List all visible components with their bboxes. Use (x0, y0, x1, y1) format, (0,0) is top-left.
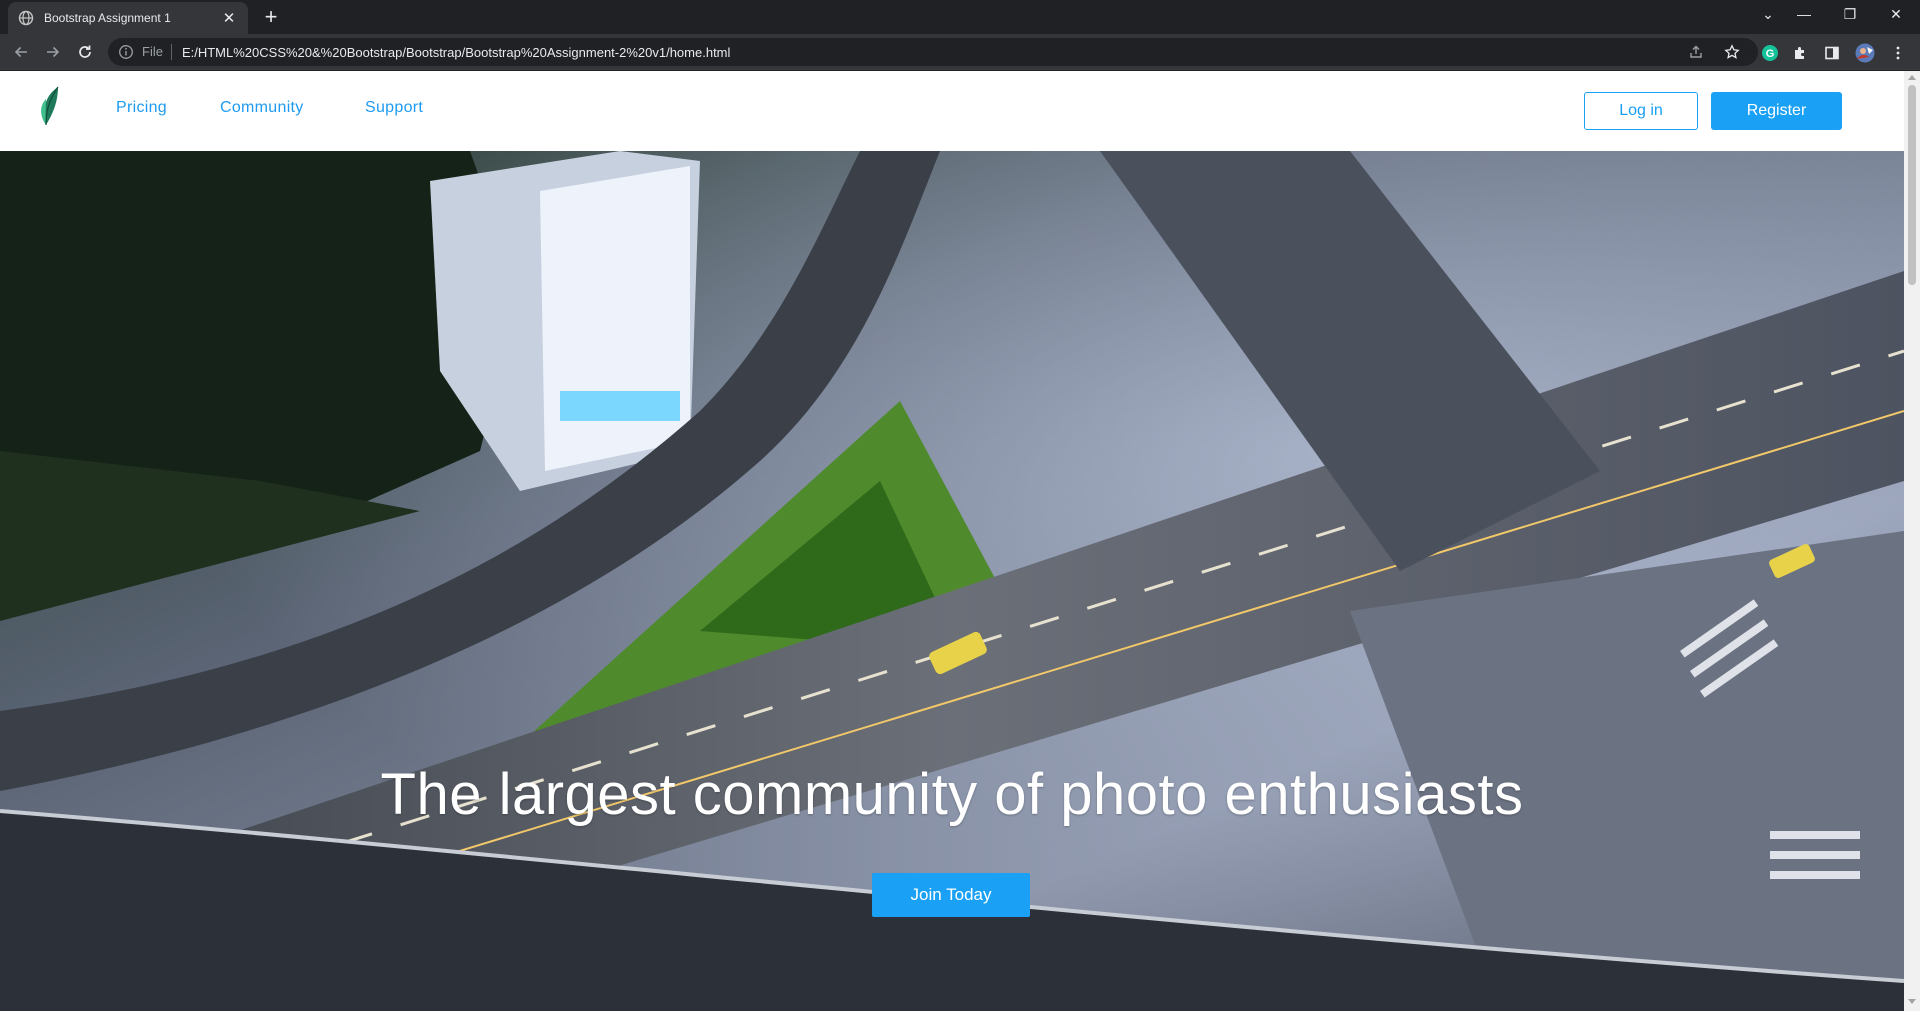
star-icon[interactable] (1724, 38, 1740, 66)
scroll-up-icon[interactable] (1908, 75, 1916, 80)
grammarly-icon[interactable]: G (1760, 43, 1780, 63)
svg-text:G: G (1766, 48, 1775, 60)
join-today-button[interactable]: Join Today (872, 873, 1030, 917)
browser-toolbar: File E:/HTML%20CSS%20&%20Bootstrap/Boots… (0, 34, 1920, 70)
share-icon[interactable] (1688, 38, 1704, 66)
kebab-menu-icon[interactable] (1888, 43, 1908, 63)
back-arrow-icon (14, 46, 27, 58)
reload-button[interactable] (72, 39, 98, 65)
hero-section: The largest community of photo enthusias… (0, 151, 1904, 1011)
tab-strip: Bootstrap Assignment 1 ✕ + ⌄ — ❐ ✕ (0, 0, 1920, 34)
browser-tab[interactable]: Bootstrap Assignment 1 ✕ (8, 2, 248, 34)
register-button[interactable]: Register (1711, 92, 1842, 130)
file-scheme-label: File (142, 44, 172, 60)
minimize-button[interactable]: — (1782, 0, 1826, 28)
url-text[interactable]: E:/HTML%20CSS%20&%20Bootstrap/Bootstrap/… (182, 45, 730, 60)
info-icon[interactable] (118, 44, 134, 60)
scroll-down-icon[interactable] (1908, 999, 1916, 1004)
hero-headline: The largest community of photo enthusias… (380, 762, 1524, 827)
nav-link-support[interactable]: Support (365, 99, 423, 117)
site-navbar: Pricing Community Support Log in Registe… (0, 71, 1904, 151)
window-close-button[interactable]: ✕ (1874, 0, 1918, 28)
page-scrollbar[interactable] (1904, 71, 1920, 1011)
restore-button[interactable]: ❐ (1828, 0, 1872, 28)
back-button[interactable] (8, 39, 34, 65)
globe-icon (18, 10, 34, 26)
nav-link-pricing[interactable]: Pricing (116, 99, 167, 117)
reload-icon (79, 45, 91, 58)
side-panel-icon[interactable] (1822, 43, 1842, 63)
puzzle-icon[interactable] (1790, 43, 1810, 63)
leaf-logo[interactable] (36, 85, 66, 131)
profile-avatar[interactable] (1855, 43, 1875, 63)
forward-button[interactable] (40, 39, 66, 65)
new-tab-button[interactable]: + (258, 5, 284, 31)
address-bar[interactable]: File E:/HTML%20CSS%20&%20Bootstrap/Boots… (108, 38, 1758, 66)
login-button[interactable]: Log in (1584, 92, 1698, 130)
nav-link-community[interactable]: Community (220, 99, 304, 117)
forward-arrow-icon (47, 46, 60, 58)
page-viewport: Pricing Community Support Log in Registe… (0, 71, 1904, 1011)
scrollbar-thumb[interactable] (1908, 85, 1916, 285)
tab-close-icon[interactable]: ✕ (220, 9, 238, 27)
tab-title: Bootstrap Assignment 1 (44, 11, 171, 25)
